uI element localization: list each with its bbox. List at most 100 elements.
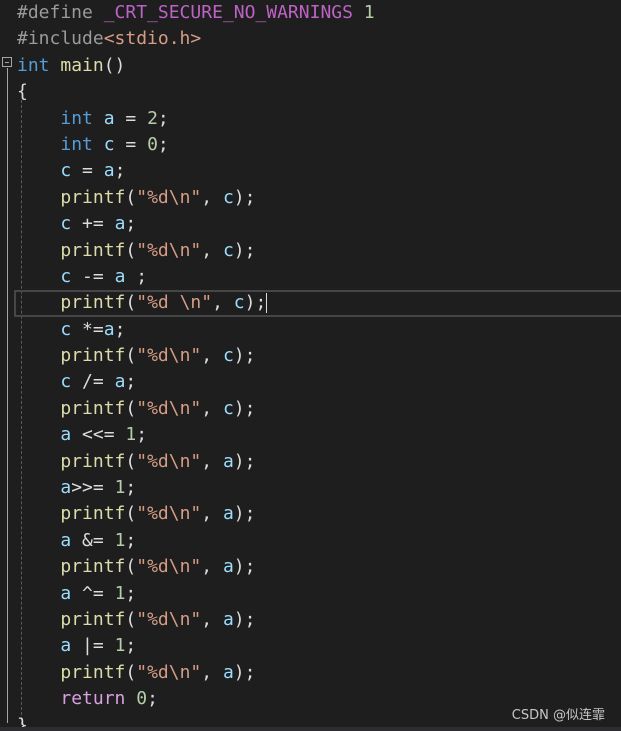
code-token: a	[222, 608, 234, 630]
code-token: printf	[60, 239, 126, 261]
code-line[interactable]: int a = 2;	[17, 106, 621, 132]
code-token: ;	[125, 529, 137, 551]
code-line[interactable]: printf("%d\n", a);	[17, 660, 621, 686]
code-line[interactable]: a &= 1;	[17, 528, 621, 554]
code-line[interactable]: printf("%d\n", c);	[17, 238, 621, 264]
code-token: "%d\n"	[136, 239, 202, 261]
code-token: (	[125, 450, 137, 472]
code-token: 1	[125, 424, 137, 446]
code-token: a	[103, 107, 115, 129]
code-token: );	[233, 345, 256, 367]
code-token: ,	[201, 397, 223, 419]
code-token: printf	[60, 608, 126, 630]
code-token: >>=	[71, 477, 115, 499]
code-token: printf	[60, 292, 126, 314]
code-line[interactable]: int c = 0;	[17, 132, 621, 158]
code-line[interactable]: c *=a;	[17, 317, 621, 343]
code-token: a	[222, 661, 234, 683]
code-token: c	[222, 239, 234, 261]
code-token: c	[222, 397, 234, 419]
code-token: #define	[17, 2, 104, 23]
code-token: (	[125, 292, 137, 314]
code-token: ,	[201, 345, 223, 367]
code-token: ,	[201, 239, 223, 261]
code-token: =	[114, 107, 148, 129]
code-line[interactable]: #define _CRT_SECURE_NO_WARNINGS 1	[17, 0, 621, 26]
code-token: ;	[147, 688, 158, 710]
code-line[interactable]: {	[17, 79, 621, 105]
code-token: 2	[147, 107, 158, 129]
code-token: {	[17, 81, 28, 103]
code-token: (	[125, 397, 137, 419]
code-line[interactable]: printf("%d\n", a);	[17, 501, 621, 527]
code-token: printf	[60, 450, 126, 472]
code-token: ,	[201, 556, 223, 578]
code-token: 1	[114, 635, 126, 657]
code-token: printf	[60, 556, 126, 578]
code-line[interactable]: printf("%d\n", c);	[17, 396, 621, 422]
code-line[interactable]: a <<= 1;	[17, 422, 621, 448]
code-token: c	[222, 345, 234, 367]
code-token: #include	[17, 28, 104, 50]
code-token: printf	[60, 345, 126, 367]
code-token: ,	[201, 608, 223, 630]
code-line[interactable]: printf("%d\n", a);	[17, 554, 621, 580]
code-editor[interactable]: #define _CRT_SECURE_NO_WARNINGS 1 #includ…	[0, 0, 621, 731]
code-token: c	[233, 292, 245, 314]
code-token: printf	[60, 186, 126, 208]
code-token: "%d\n"	[136, 397, 202, 419]
code-line[interactable]: printf("%d\n", a);	[17, 607, 621, 633]
code-line[interactable]: a |= 1;	[17, 633, 621, 659]
code-token: printf	[60, 397, 126, 419]
code-token: a	[60, 424, 72, 446]
code-token: ;	[125, 371, 137, 393]
code-token: ;	[125, 635, 137, 657]
code-token: c	[60, 265, 72, 287]
code-token: a	[222, 450, 234, 472]
code-line[interactable]: #include<stdio.h>	[17, 26, 621, 52]
code-token: int	[60, 133, 93, 155]
code-token: ^=	[71, 582, 115, 604]
code-token: ,	[201, 503, 223, 525]
code-token: "%d\n"	[136, 345, 202, 367]
code-line[interactable]: printf("%d\n", c);	[17, 343, 621, 369]
code-token: (	[125, 503, 137, 525]
code-token: (	[125, 608, 137, 630]
code-token: 1	[363, 2, 375, 23]
code-line[interactable]: c /= a;	[17, 369, 621, 395]
code-token: ;	[125, 213, 137, 235]
code-lines[interactable]: #define _CRT_SECURE_NO_WARNINGS 1 #includ…	[17, 0, 621, 731]
collapse-minus-icon[interactable]	[2, 57, 12, 67]
code-token: );	[233, 239, 256, 261]
code-token: );	[233, 186, 256, 208]
code-line[interactable]: c = a;	[17, 158, 621, 184]
code-token: 1	[114, 582, 126, 604]
code-token: "%d\n"	[136, 186, 202, 208]
code-line[interactable]: printf("%d\n", c);	[17, 185, 621, 211]
code-line[interactable]: a>>= 1;	[17, 475, 621, 501]
code-token: );	[233, 397, 256, 419]
code-line[interactable]: int main()	[17, 53, 621, 79]
code-token: int	[60, 107, 93, 129]
code-token: <stdio.h>	[103, 28, 202, 50]
code-line[interactable]: printf("%d\n", a);	[17, 449, 621, 475]
horizontal-scrollbar[interactable]	[0, 727, 621, 731]
code-token: "%d\n"	[136, 608, 202, 630]
code-line[interactable]: c += a;	[17, 211, 621, 237]
code-line[interactable]: a ^= 1;	[17, 581, 621, 607]
code-line[interactable]: c -= a ;	[17, 264, 621, 290]
code-token: main	[60, 54, 104, 76]
code-token: "%d\n"	[136, 503, 202, 525]
code-line[interactable]: printf("%d \n", c);	[14, 290, 621, 316]
code-token: printf	[60, 503, 126, 525]
code-token: c	[222, 186, 234, 208]
